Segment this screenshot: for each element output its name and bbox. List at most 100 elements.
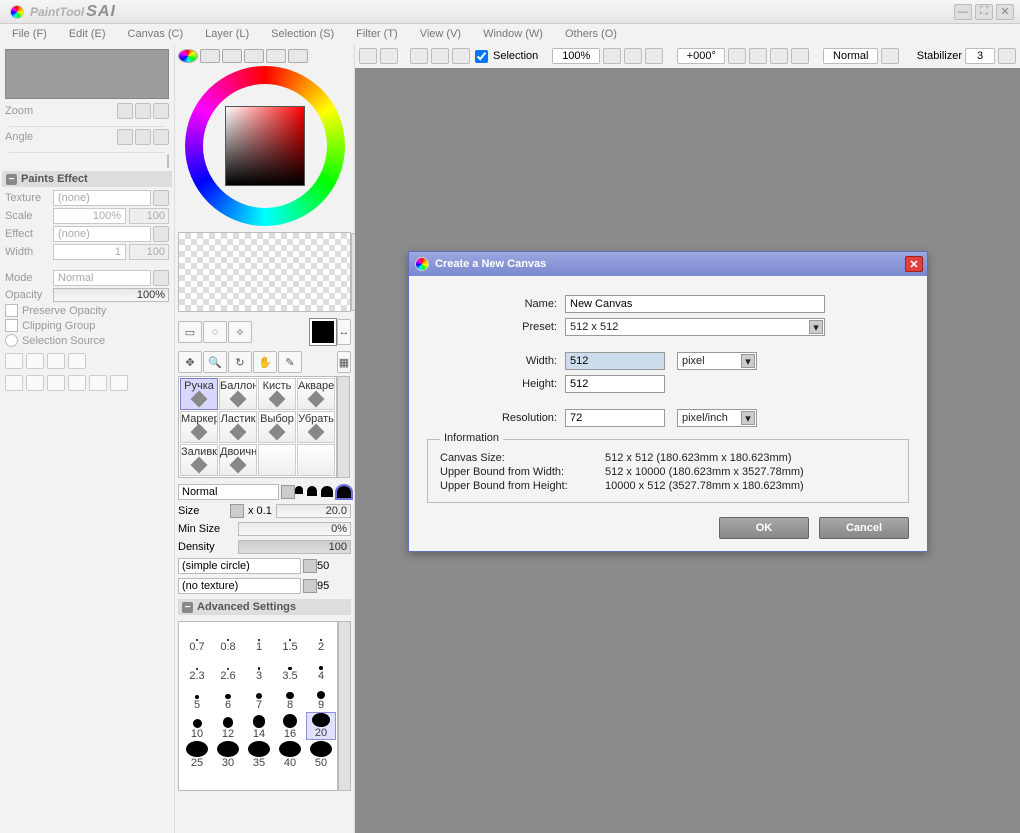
resunit-select[interactable]: pixel/inch▾ xyxy=(677,409,757,427)
dialog-title-bar[interactable]: Create a New Canvas ✕ xyxy=(409,252,927,276)
size-slider[interactable]: 20.0 xyxy=(276,504,351,518)
merge-down-icon[interactable] xyxy=(5,375,23,391)
transparent-color-icon[interactable]: ▦ xyxy=(337,351,351,373)
brush-tip-1[interactable] xyxy=(295,486,303,494)
stabilizer-value[interactable]: 3 xyxy=(965,48,995,64)
texture-dropdown-icon[interactable] xyxy=(153,190,169,206)
menu-view[interactable]: View (V) xyxy=(420,28,461,40)
brush-size-25[interactable]: 25 xyxy=(182,741,212,769)
menu-canvas[interactable]: Canvas (C) xyxy=(128,28,184,40)
size-dropdown-icon[interactable] xyxy=(230,504,244,518)
flip-h-icon[interactable] xyxy=(791,48,809,64)
zoom-out-button[interactable] xyxy=(117,103,133,119)
selection-checkbox[interactable] xyxy=(475,50,488,63)
preserve-opacity-checkbox[interactable]: Preserve Opacity xyxy=(5,304,169,317)
resunit-dropdown-icon[interactable]: ▾ xyxy=(741,411,755,425)
show-sel-icon[interactable] xyxy=(452,48,470,64)
brush-shape-select[interactable]: (simple circle) xyxy=(178,558,301,574)
color-swatch-tab-icon[interactable] xyxy=(266,49,286,63)
zoom-in2-icon[interactable] xyxy=(624,48,642,64)
brush-tip-4[interactable] xyxy=(337,486,351,498)
mode-select[interactable]: Normal xyxy=(53,270,151,286)
selection-source-radio[interactable]: Selection Source xyxy=(5,334,169,347)
color-wheel[interactable] xyxy=(185,66,345,226)
clipping-group-checkbox[interactable]: Clipping Group xyxy=(5,319,169,332)
clear-layer-icon[interactable] xyxy=(110,375,128,391)
menu-selection[interactable]: Selection (S) xyxy=(271,28,334,40)
empty-layer-icon[interactable] xyxy=(26,375,44,391)
zoom-in-button[interactable] xyxy=(135,103,151,119)
transfer-down-icon[interactable] xyxy=(68,353,86,369)
new-linework-icon[interactable] xyxy=(26,353,44,369)
rot-ccw2-icon[interactable] xyxy=(728,48,746,64)
brush-size-40[interactable]: 40 xyxy=(275,741,305,769)
brush-tip-3[interactable] xyxy=(321,486,333,497)
color-rgb-tab-icon[interactable] xyxy=(200,49,220,63)
scratchpad[interactable] xyxy=(178,232,351,312)
width-input[interactable] xyxy=(565,352,665,370)
zoom-tool-icon[interactable]: 🔍 xyxy=(203,351,227,373)
tool-bucket[interactable]: Заливка xyxy=(180,444,218,476)
brush-tip-2[interactable] xyxy=(307,486,317,496)
texture-select[interactable]: (none) xyxy=(53,190,151,206)
color-mixer-tab-icon[interactable] xyxy=(244,49,264,63)
brush-size-7[interactable]: 7 xyxy=(244,683,274,711)
new-folder-icon[interactable] xyxy=(47,353,65,369)
brush-size-16[interactable]: 16 xyxy=(275,712,305,740)
menu-file[interactable]: File (F) xyxy=(12,28,47,40)
undo-icon[interactable] xyxy=(359,48,377,64)
blend-dropdown-icon[interactable] xyxy=(281,485,295,499)
menu-others[interactable]: Others (O) xyxy=(565,28,617,40)
brush-size-6[interactable]: 6 xyxy=(213,683,243,711)
brush-size-1[interactable]: 1 xyxy=(244,625,274,653)
shape-value[interactable]: 50 xyxy=(317,560,351,572)
tool-empty1[interactable] xyxy=(258,444,296,476)
rotate-cw-button[interactable] xyxy=(135,129,151,145)
ok-button[interactable]: OK xyxy=(719,517,809,539)
color-hsv-tab-icon[interactable] xyxy=(222,49,242,63)
invert-sel-icon[interactable] xyxy=(431,48,449,64)
menu-edit[interactable]: Edit (E) xyxy=(69,28,106,40)
deselect-icon[interactable] xyxy=(410,48,428,64)
brush-size-10[interactable]: 10 xyxy=(182,712,212,740)
brush-texture-select[interactable]: (no texture) xyxy=(178,578,301,594)
name-input[interactable] xyxy=(565,295,825,313)
tool-scrollbar[interactable] xyxy=(337,376,350,478)
menu-filter[interactable]: Filter (T) xyxy=(356,28,398,40)
density-slider[interactable]: 100 xyxy=(238,540,351,554)
tool-pen[interactable]: Ручка xyxy=(180,378,218,410)
minsize-slider[interactable]: 0% xyxy=(238,522,351,536)
wand-tool-icon[interactable]: ✧ xyxy=(228,321,252,343)
rot-cw2-icon[interactable] xyxy=(749,48,767,64)
apply-mask-icon[interactable] xyxy=(68,375,86,391)
mask-icon[interactable] xyxy=(47,375,65,391)
effect-select[interactable]: (none) xyxy=(53,226,151,242)
blend-display[interactable]: Normal xyxy=(823,48,878,64)
brush-size-2[interactable]: 2 xyxy=(306,625,336,653)
rotate-reset-button[interactable] xyxy=(153,129,169,145)
shape-dropdown-icon[interactable] xyxy=(303,559,317,573)
tool-marker[interactable]: Маркер xyxy=(180,411,218,443)
brush-size-2.3[interactable]: 2.3 xyxy=(182,654,212,682)
minimize-button[interactable]: — xyxy=(954,4,972,20)
brush-size-3.5[interactable]: 3.5 xyxy=(275,654,305,682)
brush-size-0.7[interactable]: 0.7 xyxy=(182,625,212,653)
unit-dropdown-icon[interactable]: ▾ xyxy=(741,354,755,368)
lasso-tool-icon[interactable]: ◌ xyxy=(203,321,227,343)
tool-binary[interactable]: Двоичн xyxy=(219,444,257,476)
opacity-slider[interactable]: 100% xyxy=(53,288,169,302)
resolution-input[interactable] xyxy=(565,409,665,427)
maximize-button[interactable]: ⛶ xyxy=(975,4,993,20)
paint-width-field[interactable]: 1 xyxy=(53,244,126,260)
effect-dropdown-icon[interactable] xyxy=(153,226,169,242)
navigator-preview[interactable] xyxy=(5,49,169,99)
unit-select[interactable]: pixel▾ xyxy=(677,352,757,370)
brush-size-5[interactable]: 5 xyxy=(182,683,212,711)
btexture-value[interactable]: 95 xyxy=(317,580,351,592)
mode-dropdown-icon[interactable] xyxy=(153,270,169,286)
brush-size-4[interactable]: 4 xyxy=(306,654,336,682)
close-button[interactable]: ✕ xyxy=(996,4,1014,20)
cancel-button[interactable]: Cancel xyxy=(819,517,909,539)
btexture-dropdown-icon[interactable] xyxy=(303,579,317,593)
preset-select[interactable]: 512 x 512▾ xyxy=(565,318,825,336)
